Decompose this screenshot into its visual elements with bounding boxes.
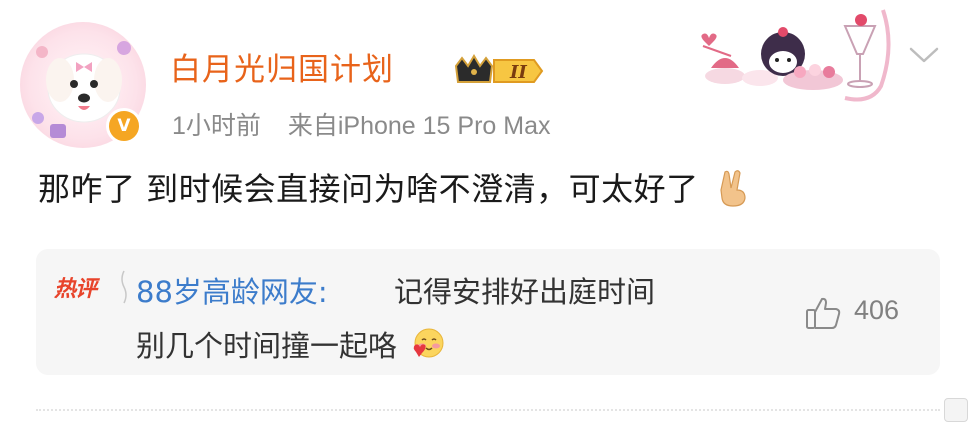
verified-badge-icon: V: [106, 108, 142, 144]
comment-text-line1: 记得安排好出庭时间: [394, 275, 656, 309]
username[interactable]: 白月光归国计划: [170, 44, 394, 89]
vip-crown-badge-icon[interactable]: II: [452, 52, 544, 90]
hot-comment-box[interactable]: 热评 88岁高龄网友: 记得安排好出庭时间 别几个时间撞一起咯 406: [36, 249, 940, 375]
post-text: 那咋了 到时候会直接问为啥不澄清，可太好了: [38, 170, 699, 208]
post-bottom-divider: [36, 409, 940, 411]
tag-divider-icon: [121, 270, 127, 304]
svg-text:II: II: [509, 62, 527, 83]
comment-text-line2: 别几个时间撞一起咯: [136, 323, 446, 365]
thumbs-up-icon[interactable]: [804, 295, 842, 331]
comment-text-line2-text: 别几个时间撞一起咯: [136, 329, 398, 363]
post-source: 来自iPhone 15 Pro Max: [287, 112, 551, 140]
post-content: 那咋了 到时候会直接问为啥不澄清，可太好了: [38, 164, 751, 210]
post-time: 1小时前: [172, 112, 261, 140]
comment-author[interactable]: 88岁高龄网友:: [136, 269, 328, 311]
decorative-card-sticker: [701, 9, 891, 102]
watermark-icon: [944, 398, 968, 422]
weibo-post-card: V 白月光归国计划 II 1小时前 来自iPhone 15 Pro Max 那咋…: [0, 0, 974, 429]
like-count: 406: [854, 295, 900, 325]
shy-face-emoji-icon: [413, 328, 444, 358]
post-meta: 1小时前 来自iPhone 15 Pro Max: [172, 106, 550, 142]
victory-hand-emoji-icon: [720, 170, 746, 207]
hot-comment-tag: 热评: [54, 277, 97, 302]
chevron-down-icon[interactable]: [907, 44, 941, 66]
